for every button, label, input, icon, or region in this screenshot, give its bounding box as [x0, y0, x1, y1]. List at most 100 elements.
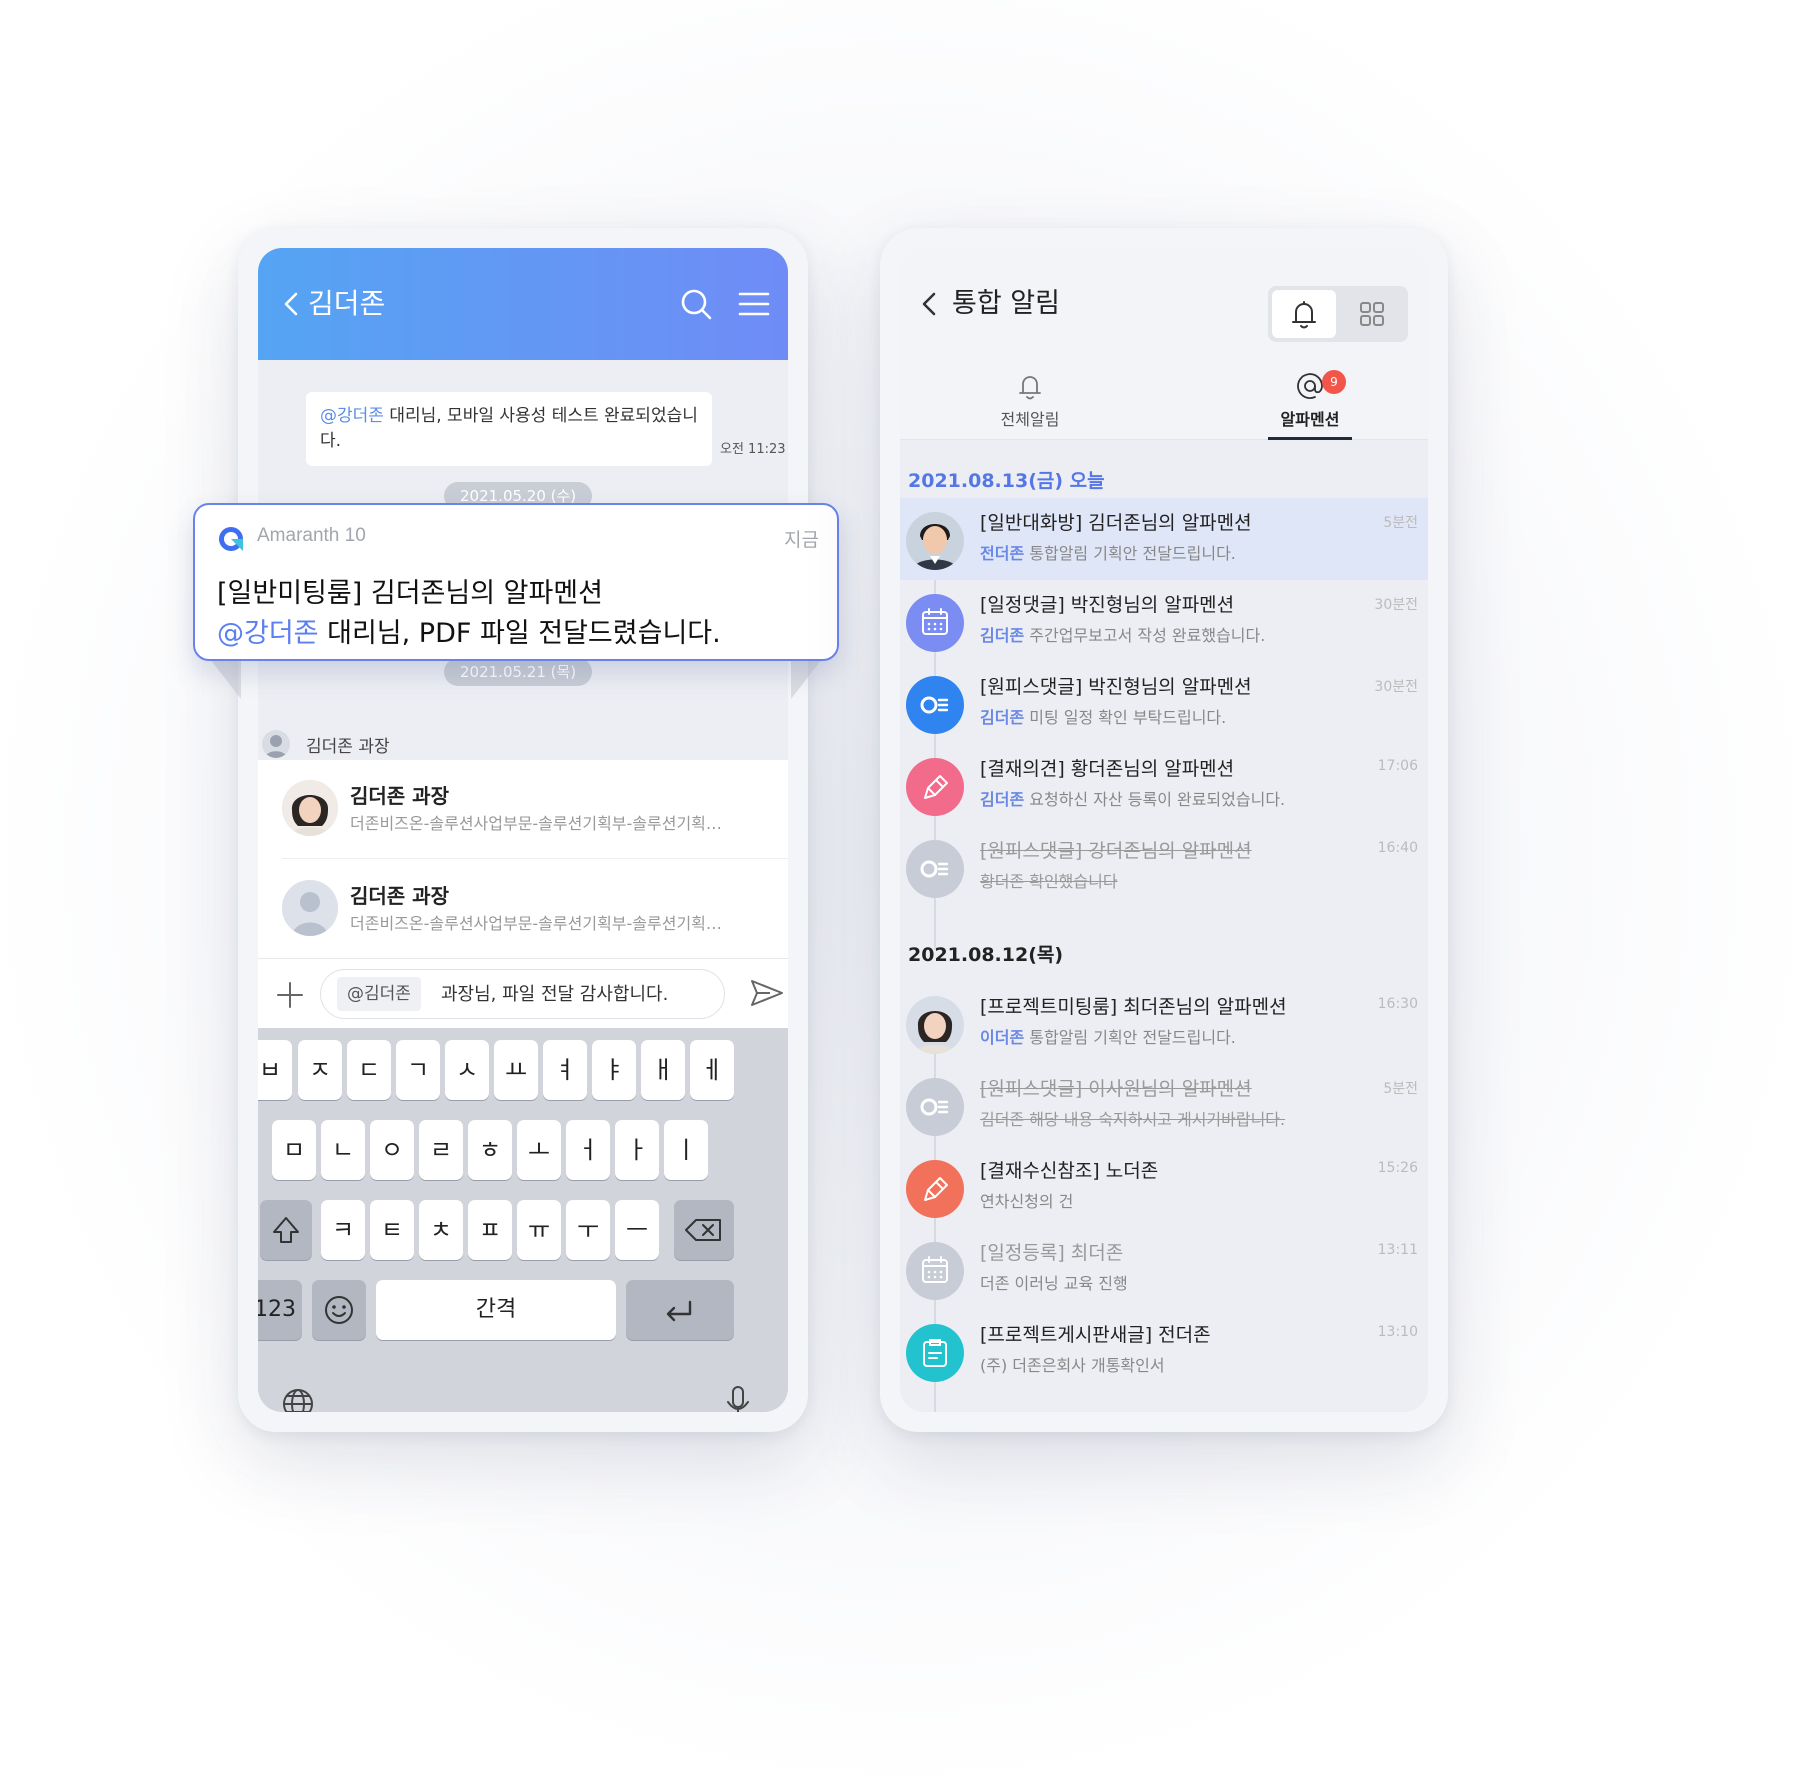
notification-title: [원피스댓글] 이사원님의 알파멘션: [980, 1078, 1252, 1100]
key[interactable]: ㅍ: [468, 1200, 512, 1260]
page-title: 통합 알림: [952, 288, 1060, 319]
avatar: [282, 880, 338, 936]
board-icon: [906, 1324, 964, 1382]
notification-list: 2021.08.13(금) 오늘 [일반대화방] 김더존님의 알파멘션 전더존 …: [900, 440, 1428, 1412]
notification-time: 5분전: [1383, 1081, 1418, 1097]
notification-preview: 김더존 해당 내용 숙지하시고 게시기바랍니다.: [980, 1110, 1286, 1129]
notification-time: 13:11: [1377, 1242, 1418, 1258]
key[interactable]: ㅐ: [641, 1040, 685, 1100]
key[interactable]: ㅎ: [468, 1120, 512, 1180]
preview-text: 미팅 일정 확인 부탁드립니다.: [1024, 708, 1227, 727]
tab-label: 알파멘션: [1280, 410, 1340, 429]
key[interactable]: ㄷ: [347, 1040, 391, 1100]
backspace-key[interactable]: [674, 1200, 734, 1260]
numbers-key[interactable]: 123: [258, 1280, 302, 1340]
key[interactable]: ㅗ: [517, 1120, 561, 1180]
key[interactable]: ㅕ: [543, 1040, 587, 1100]
avatar: [262, 730, 290, 758]
notification-item[interactable]: [원피스댓글] 강더존님의 알파멘션 황더존 확인했습니다 16:40: [900, 826, 1428, 908]
notification-time: 16:30: [1377, 996, 1418, 1012]
notification-item[interactable]: [일반대화방] 김더존님의 알파멘션 전더존 통합알림 기획안 전달드립니다. …: [900, 498, 1428, 580]
mention-name: 김더존: [980, 790, 1025, 809]
space-key[interactable]: 간격: [376, 1280, 616, 1340]
notification-item[interactable]: [일정댓글] 박진형님의 알파멘션 김더존 주간업무보고서 작성 완료했습니다.…: [900, 580, 1428, 662]
message-time: 오전 11:23: [720, 442, 786, 457]
sender-name: 김더존 과장: [306, 737, 390, 757]
key[interactable]: ㅜ: [566, 1200, 610, 1260]
mention-tag[interactable]: @김더존: [337, 977, 421, 1011]
suggestion-name: 김더존 과장: [350, 784, 449, 808]
key[interactable]: ㅈ: [298, 1040, 342, 1100]
key[interactable]: ㅔ: [690, 1040, 734, 1100]
shift-key[interactable]: [260, 1200, 312, 1260]
key[interactable]: ㅛ: [494, 1040, 538, 1100]
plus-icon[interactable]: [268, 973, 312, 1017]
back-icon[interactable]: [272, 282, 312, 326]
notification-item[interactable]: [원피스댓글] 박진형님의 알파멘션 김더존 미팅 일정 확인 부탁드립니다. …: [900, 662, 1428, 744]
notification-time: 지금: [784, 529, 819, 551]
emoji-key[interactable]: [312, 1280, 366, 1340]
key[interactable]: ㅁ: [272, 1120, 316, 1180]
date-group-label: 2021.08.12(목): [908, 944, 1064, 966]
preview-text: 통합알림 기획안 전달드립니다.: [1024, 1028, 1236, 1047]
key[interactable]: ㅑ: [592, 1040, 636, 1100]
key[interactable]: ㄱ: [396, 1040, 440, 1100]
key[interactable]: ㅣ: [664, 1120, 708, 1180]
key[interactable]: ㅠ: [517, 1200, 561, 1260]
notification-preview: 황더존 확인했습니다: [980, 872, 1118, 891]
message-input[interactable]: @김더존 과장님, 파일 전달 감사합니다.: [320, 969, 725, 1019]
key[interactable]: ㅓ: [566, 1120, 610, 1180]
notification-item[interactable]: [결재의견] 황더존님의 알파멘션 김더존 요청하신 자산 등록이 완료되었습니…: [900, 744, 1428, 826]
notification-preview: 전더존 통합알림 기획안 전달드립니다.: [980, 540, 1236, 564]
view-toggle: [1268, 286, 1408, 342]
key[interactable]: ㅡ: [615, 1200, 659, 1260]
key[interactable]: ㅋ: [321, 1200, 365, 1260]
suggestion-dept: 더존비즈온-솔루션사업부문-솔루션기획부-솔루션기획…: [350, 914, 722, 933]
notification-tabs: 전체알림 9 알파멘션: [900, 358, 1428, 440]
suggestion-dept: 더존비즈온-솔루션사업부문-솔루션기획부-솔루션기획…: [350, 814, 722, 833]
tab-all-notifications[interactable]: 전체알림: [950, 358, 1110, 440]
notification-item[interactable]: [프로젝트미팅룸] 최더존님의 알파멘션 이더존 통합알림 기획안 전달드립니다…: [900, 982, 1428, 1064]
key[interactable]: ㄴ: [321, 1120, 365, 1180]
send-icon[interactable]: [744, 971, 788, 1015]
notification-preview: (주) 더존은회사 개통확인서: [980, 1356, 1165, 1375]
push-notification[interactable]: Amaranth 10 지금 [일반미팅룸] 김더존님의 알파멘션 @강더존 대…: [193, 503, 839, 661]
suggestion-item[interactable]: 김더존 과장 더존비즈온-솔루션사업부문-솔루션기획부-솔루션기획…: [258, 760, 788, 860]
microphone-icon[interactable]: [718, 1382, 758, 1412]
notification-title: [일반미팅룸] 김더존님의 알파멘션: [217, 578, 603, 609]
return-key[interactable]: [626, 1280, 734, 1340]
message-mention[interactable]: @강더존: [320, 406, 384, 426]
grid-icon[interactable]: [1352, 294, 1392, 334]
notification-title: [원피스댓글] 강더존님의 알파멘션: [980, 840, 1252, 862]
notification-title: [결재수신참조] 노더존: [980, 1160, 1159, 1182]
globe-icon[interactable]: [278, 1384, 318, 1412]
notification-preview: 김더존 요청하신 자산 등록이 완료되었습니다.: [980, 786, 1285, 810]
avatar: [906, 996, 964, 1054]
notification-title: [일정등록] 최더존: [980, 1242, 1124, 1264]
key[interactable]: ㅅ: [445, 1040, 489, 1100]
key[interactable]: ㅏ: [615, 1120, 659, 1180]
chat-title: 김더존: [308, 288, 386, 319]
message-bubble[interactable]: @강더존 대리님, 모바일 사용성 테스트 완료되었습니다.: [306, 392, 712, 466]
key[interactable]: ㅂ: [258, 1040, 292, 1100]
suggestion-item[interactable]: 김더존 과장 더존비즈온-솔루션사업부문-솔루션기획부-솔루션기획…: [258, 860, 788, 960]
mention-name: 이더존: [980, 1028, 1025, 1047]
back-icon[interactable]: [910, 282, 950, 326]
bell-icon[interactable]: [1284, 294, 1324, 334]
tab-alpha-mention[interactable]: 9 알파멘션: [1230, 358, 1390, 440]
key[interactable]: ㅌ: [370, 1200, 414, 1260]
notifications-header: 통합 알림: [900, 248, 1428, 358]
notification-app-name: Amaranth 10: [257, 525, 366, 546]
search-icon[interactable]: [674, 282, 718, 326]
menu-icon[interactable]: [732, 282, 776, 326]
key[interactable]: ㅊ: [419, 1200, 463, 1260]
keyboard: ㅂ ㅈ ㄷ ㄱ ㅅ ㅛ ㅕ ㅑ ㅐ ㅔ ㅁ ㄴ ㅇ ㄹ ㅎ ㅗ ㅓ ㅏ ㅣ ㅋ …: [258, 1028, 788, 1368]
keyboard-bottom-bar: [258, 1368, 788, 1412]
unread-badge: 9: [1322, 370, 1346, 394]
notification-item[interactable]: [결재수신참조] 노더존 연차신청의 건 15:26: [900, 1146, 1428, 1228]
key[interactable]: ㄹ: [419, 1120, 463, 1180]
notification-item[interactable]: [원피스댓글] 이사원님의 알파멘션 김더존 해당 내용 숙지하시고 게시기바랍…: [900, 1064, 1428, 1146]
notification-item[interactable]: [일정등록] 최더존 더존 이러닝 교육 진행 13:11: [900, 1228, 1428, 1310]
key[interactable]: ㅇ: [370, 1120, 414, 1180]
notification-item[interactable]: [프로젝트게시판새글] 전더존 (주) 더존은회사 개통확인서 13:10: [900, 1310, 1428, 1392]
